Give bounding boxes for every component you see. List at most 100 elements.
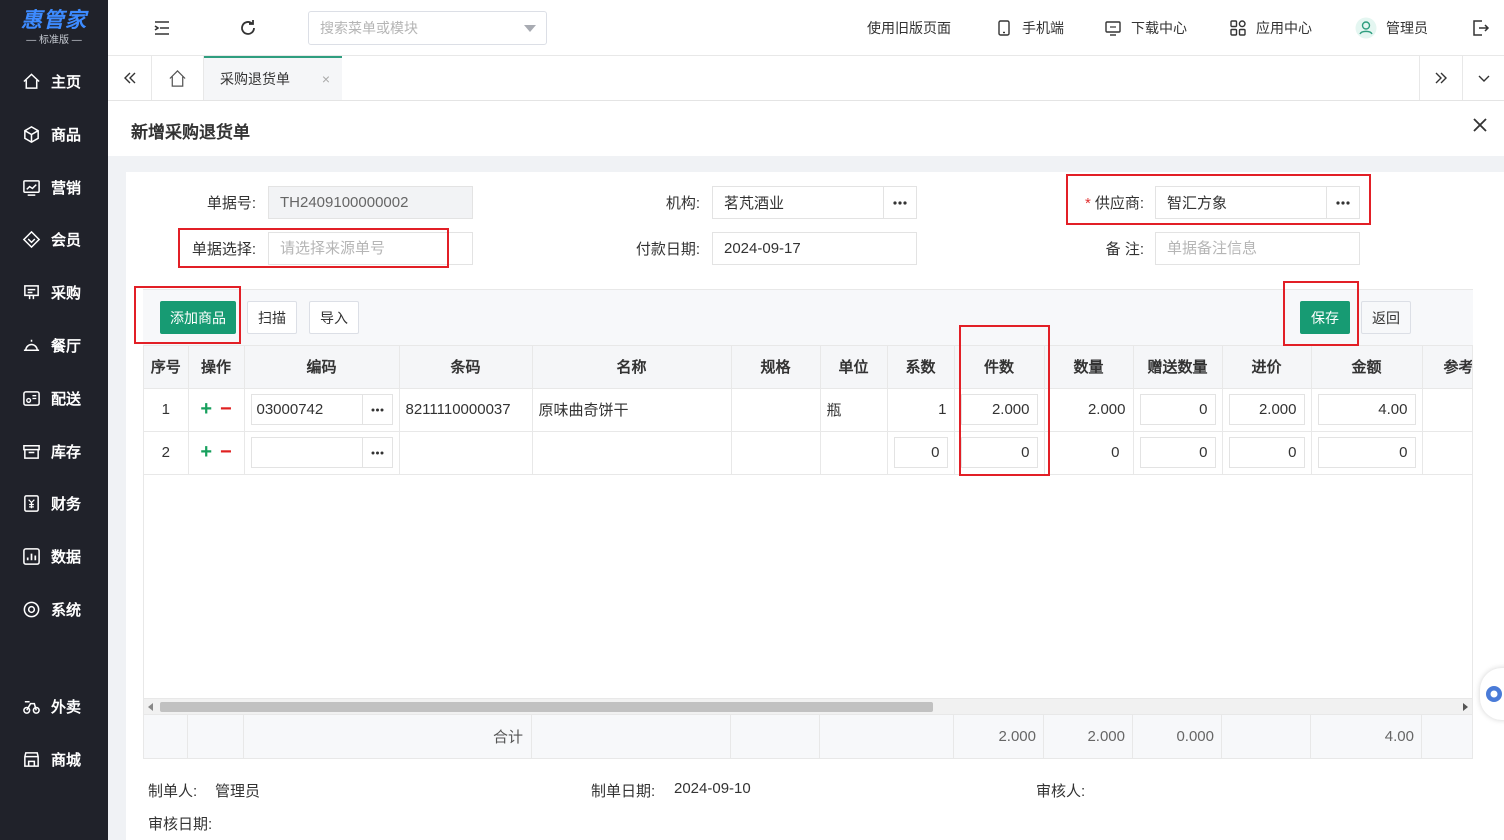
tabs-scroll-left-button[interactable] — [108, 56, 152, 100]
summary-row: 合计 2.000 2.000 0.000 4.00 — [143, 715, 1473, 759]
sidebar-item-0[interactable]: 主页 — [0, 55, 108, 108]
mobile-icon — [998, 20, 1010, 36]
sidebar-item-4[interactable]: 采购 — [0, 266, 108, 319]
doc-no-label: 单据号: — [206, 195, 256, 212]
double-chevron-left-icon — [123, 72, 135, 84]
barcode-cell — [399, 431, 533, 475]
sidebar-item-5[interactable]: 餐厅 — [0, 319, 108, 372]
sidebar-item-1[interactable]: 商品 — [0, 108, 108, 161]
org-field[interactable]: 茗芃酒业 — [712, 186, 917, 219]
remark-field[interactable] — [1155, 232, 1360, 265]
download-center-link[interactable]: 下载中心 — [1104, 0, 1187, 56]
tabs-menu-button[interactable] — [1463, 56, 1504, 100]
sidebar-item-label: 餐厅 — [51, 338, 82, 355]
summary-gift: 0.000 — [1133, 715, 1222, 758]
close-icon[interactable] — [1470, 115, 1490, 135]
double-chevron-right-icon — [1435, 72, 1447, 84]
sidebar-item-label: 外卖 — [51, 699, 82, 716]
column-header: 序号 — [144, 346, 189, 389]
brand-logo[interactable]: 惠管家 — 标准版 — — [0, 0, 108, 55]
import-button[interactable]: 导入 — [309, 301, 359, 334]
scrollbar-thumb[interactable] — [160, 702, 933, 712]
gift-qty-input[interactable]: 0 — [1139, 394, 1216, 425]
org-value: 茗芃酒业 — [724, 195, 785, 212]
close-icon[interactable]: × — [322, 71, 330, 87]
code-cell: 03000742 — [244, 388, 400, 432]
maker-value: 管理员 — [215, 783, 261, 800]
sidebar-item-2[interactable]: 营销 — [0, 161, 108, 214]
scroll-left-arrow-icon[interactable] — [148, 703, 154, 711]
pay-date-field[interactable]: 2024-09-17 — [712, 232, 917, 265]
horizontal-scrollbar[interactable] — [143, 698, 1473, 715]
old-version-link[interactable]: 使用旧版页面 — [867, 0, 951, 56]
pay-date-label: 付款日期: — [635, 241, 700, 258]
amount-cell: 4.00 — [1311, 388, 1423, 432]
name-cell — [532, 431, 732, 475]
mall-icon — [24, 752, 39, 767]
row-index: 2 — [144, 431, 189, 475]
logo-text: 惠管家 — [21, 8, 87, 32]
user-menu[interactable]: 管理员 — [1355, 0, 1428, 56]
sidebar-item-11[interactable]: 外卖 — [0, 680, 108, 733]
remove-row-icon[interactable]: − — [220, 441, 232, 463]
code-input[interactable] — [250, 437, 393, 468]
refresh-icon[interactable] — [238, 18, 258, 38]
gift-qty-input[interactable]: 0 — [1139, 437, 1216, 468]
price-input[interactable]: 2.000 — [1228, 394, 1305, 425]
table-row: 2 + −0 0 0 0 0 0 — [144, 431, 1472, 475]
add-row-icon[interactable]: + — [200, 441, 212, 463]
tab-purchase-return[interactable]: 采购退货单 × — [204, 56, 342, 100]
inventory-icon — [23, 445, 40, 459]
highlight-pieces-column — [959, 325, 1050, 476]
back-button[interactable]: 返回 — [1361, 301, 1411, 334]
column-header: 名称 — [532, 346, 732, 389]
code-input[interactable]: 03000742 — [250, 394, 393, 425]
tabs-scroll-right-button[interactable] — [1419, 56, 1463, 100]
sidebar-item-8[interactable]: 财务 — [0, 477, 108, 530]
tab-home[interactable] — [152, 56, 204, 100]
gift-cell: 0 — [1133, 431, 1223, 475]
summary-cell — [1222, 715, 1311, 758]
barcode-cell: 8211110000037 — [399, 388, 533, 432]
more-dots-icon[interactable] — [361, 395, 392, 424]
menu-collapse-icon[interactable] — [152, 18, 172, 38]
ref-cell — [1422, 431, 1472, 475]
amount-input[interactable]: 0 — [1317, 437, 1416, 468]
summary-label: 合计 — [244, 715, 532, 758]
audit-date-label: 审核日期: — [148, 816, 213, 833]
top-header: 使用旧版页面 手机端 下载中心 应用中心 管理员 — [108, 0, 1504, 56]
price-cell: 2.000 — [1222, 388, 1312, 432]
sidebar-item-3[interactable]: 会员 — [0, 213, 108, 266]
sidebar-item-9[interactable]: 数据 — [0, 530, 108, 583]
sidebar-item-10[interactable]: 系统 — [0, 583, 108, 636]
more-dots-icon[interactable] — [361, 438, 392, 467]
remove-row-icon[interactable]: − — [220, 398, 232, 420]
column-header: 条码 — [399, 346, 533, 389]
mobile-link[interactable]: 手机端 — [995, 0, 1064, 56]
menu-search-select[interactable] — [308, 11, 547, 45]
org-label: 机构: — [665, 195, 700, 212]
remark-input[interactable] — [1167, 233, 1359, 264]
logout-icon[interactable] — [1470, 18, 1490, 38]
add-row-icon[interactable]: + — [200, 398, 212, 420]
price-input[interactable]: 0 — [1228, 437, 1305, 468]
amount-input[interactable]: 4.00 — [1317, 394, 1416, 425]
app-center-link[interactable]: 应用中心 — [1229, 0, 1312, 56]
sidebar-item-6[interactable]: 配送 — [0, 372, 108, 425]
column-header: 编码 — [244, 346, 400, 389]
factor-input[interactable]: 0 — [893, 437, 948, 468]
code-cell — [244, 431, 400, 475]
sidebar-item-12[interactable]: 商城 — [0, 733, 108, 786]
highlight-supplier — [1066, 174, 1371, 225]
qty-input[interactable]: 0 — [1050, 437, 1127, 468]
scan-button[interactable]: 扫描 — [247, 301, 297, 334]
sidebar-item-7[interactable]: 库存 — [0, 425, 108, 478]
unit-cell: 瓶 — [820, 388, 888, 432]
chevron-down-icon[interactable] — [524, 25, 536, 32]
unit-cell — [820, 431, 888, 475]
apps-grid-icon — [1230, 20, 1246, 36]
scroll-right-arrow-icon[interactable] — [1462, 703, 1468, 711]
chevron-down-icon — [1478, 75, 1489, 82]
search-input[interactable] — [309, 12, 509, 44]
more-dots-icon[interactable] — [883, 187, 916, 218]
